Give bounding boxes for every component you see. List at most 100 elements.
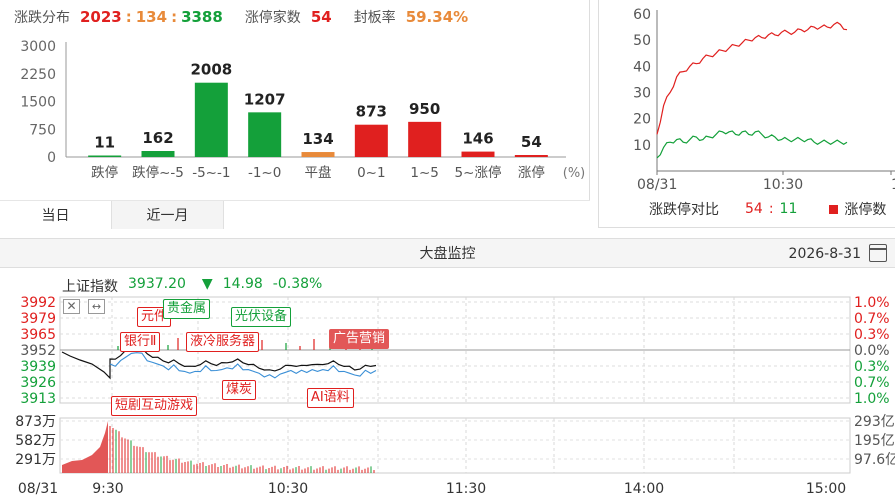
y-tick-left: 3926: [20, 375, 56, 391]
calendar-icon[interactable]: [869, 244, 887, 262]
monitor-title: 大盘监控: [419, 246, 476, 262]
x-tick-label: 跌停: [91, 164, 118, 181]
distribution-bar-chart: 3000 2250 1500 750 0 11 跌停 162 跌停~-5 2008 -5~-1 120…: [20, 39, 586, 181]
y-tick-right: 0.7%: [854, 375, 890, 391]
flat-count: 134: [135, 8, 168, 26]
legend-up: 54: [745, 201, 763, 217]
bar: [88, 155, 122, 157]
monitor-date[interactable]: 2026-8-31: [789, 239, 861, 269]
bar-value-label: 162: [142, 129, 173, 147]
y-tick-left: 3992: [20, 295, 56, 311]
event-tag[interactable]: 光伏设备: [231, 307, 292, 327]
legend-sep: :: [768, 201, 774, 217]
event-tag[interactable]: 短剧互动游戏: [111, 396, 198, 416]
monitor-bar: 大盘监控 2026-8-31: [0, 238, 895, 268]
y-tick-left: 3939: [20, 359, 56, 375]
x-tick-label: 1~5: [410, 165, 439, 181]
y-tick-label: 40: [633, 59, 651, 75]
event-tag[interactable]: 煤炭: [222, 380, 257, 400]
event-tag[interactable]: AI语料: [307, 388, 354, 408]
y-tick-label: 0: [47, 150, 56, 166]
y-tick-label: 60: [633, 7, 651, 23]
y-tick-left: 3952: [20, 343, 56, 359]
legend-down: 11: [779, 201, 798, 217]
pre-open-volume: [62, 421, 108, 473]
tab-today[interactable]: 当日: [0, 201, 112, 229]
index-avg-line: [109, 352, 377, 379]
limit-compare-panel: 60 50 40 30 20 10 08/31 10:30 1 涨跌停对比 54 : 11 涨停…: [598, 0, 895, 228]
up-count: 2023: [80, 8, 122, 26]
y-tick-right: 0.0%: [854, 343, 890, 359]
y-tick-label: 30: [633, 86, 651, 102]
expand-icon[interactable]: ↔: [88, 299, 105, 314]
event-tag[interactable]: 贵金属: [163, 299, 211, 319]
bar: [248, 112, 282, 157]
x-tick-label: 11:30: [446, 481, 486, 497]
limit-up-label: 涨停家数: [244, 10, 301, 26]
vol-tick-right: 195亿: [854, 433, 895, 449]
close-icon[interactable]: ✕: [63, 299, 80, 314]
y-tick-label: 1500: [20, 95, 56, 111]
legend-label: 涨跌停对比: [649, 202, 719, 218]
bar-value-label: 950: [409, 100, 440, 118]
y-tick-left: 3913: [20, 391, 56, 407]
y-tick-right: 0.3%: [854, 359, 890, 375]
vol-tick-right: 293亿: [854, 414, 895, 430]
tab-month[interactable]: 近一月: [112, 201, 224, 229]
x-tick-label: 0~1: [357, 165, 386, 181]
period-tabs: 当日 近一月: [0, 200, 590, 229]
down-count: 3388: [181, 8, 223, 26]
x-tick-label: 9:30: [92, 481, 123, 497]
x-unit-label: (%): [563, 166, 586, 181]
event-tag[interactable]: 液冷服务器: [186, 332, 260, 352]
sep2: :: [171, 8, 178, 26]
x-tick-label: 5~涨停: [455, 164, 502, 181]
bar: [354, 124, 388, 157]
y-tick-label: 50: [633, 33, 651, 49]
y-tick-label: 20: [633, 112, 651, 128]
y-tick-label: 3000: [20, 39, 56, 55]
x-tick-label: 08/31: [18, 481, 58, 497]
limit-compare-chart: 60 50 40 30 20 10 08/31 10:30 1: [633, 7, 895, 193]
y-tick-left: 3979: [20, 311, 56, 327]
bar: [408, 121, 442, 157]
distribution-header: 涨跌分布 2023 : 134 : 3388 涨停家数 54 封板率 59.34…: [14, 6, 468, 28]
distribution-title: 涨跌分布: [14, 10, 70, 26]
bar: [141, 151, 175, 157]
bar: [301, 152, 335, 157]
x-tick-label: 14:00: [624, 481, 664, 497]
y-tick-label: 750: [29, 122, 56, 138]
y-tick-left: 3965: [20, 327, 56, 343]
vol-tick-right: 97.6亿: [854, 452, 895, 468]
x-tick-label: 15:00: [806, 481, 846, 497]
series-line: [656, 130, 848, 159]
sep1: :: [125, 8, 132, 26]
bar-value-label: 873: [356, 103, 387, 121]
y-tick-right: 0.7%: [854, 311, 890, 327]
x-tick-label: 10:30: [268, 481, 308, 497]
x-tick-label: 08/31: [637, 177, 677, 193]
vol-tick-left: 582万: [15, 433, 56, 449]
y-tick-right: 1.0%: [854, 391, 890, 407]
bar-value-label: 134: [302, 130, 333, 148]
bar-value-label: 11: [94, 134, 115, 152]
x-tick-label: 平盘: [305, 164, 332, 181]
bar: [194, 82, 228, 157]
event-tag[interactable]: 银行Ⅱ: [120, 332, 161, 352]
event-tag[interactable]: 广告营销: [329, 329, 390, 349]
x-tick-label: -1~0: [248, 165, 281, 181]
x-tick-label: 跌停~-5: [132, 164, 184, 181]
bar-value-label: 146: [462, 130, 493, 148]
x-tick-label: 1: [891, 177, 895, 193]
legend-marker-swatch: [829, 204, 839, 214]
legend-marker-label: 涨停数: [844, 202, 887, 218]
x-tick-label: -5~-1: [192, 165, 230, 181]
y-tick-right: 1.0%: [854, 295, 890, 311]
series-line: [656, 21, 848, 135]
y-tick-right: 0.3%: [854, 327, 890, 343]
limit-up-value: 54: [310, 8, 332, 26]
bar-value-label: 54: [521, 133, 542, 151]
y-tick-label: 2250: [20, 67, 56, 83]
bar-value-label: 2008: [190, 61, 232, 79]
limit-compare-legend: 涨跌停对比 54 : 11 涨停数: [649, 199, 886, 219]
